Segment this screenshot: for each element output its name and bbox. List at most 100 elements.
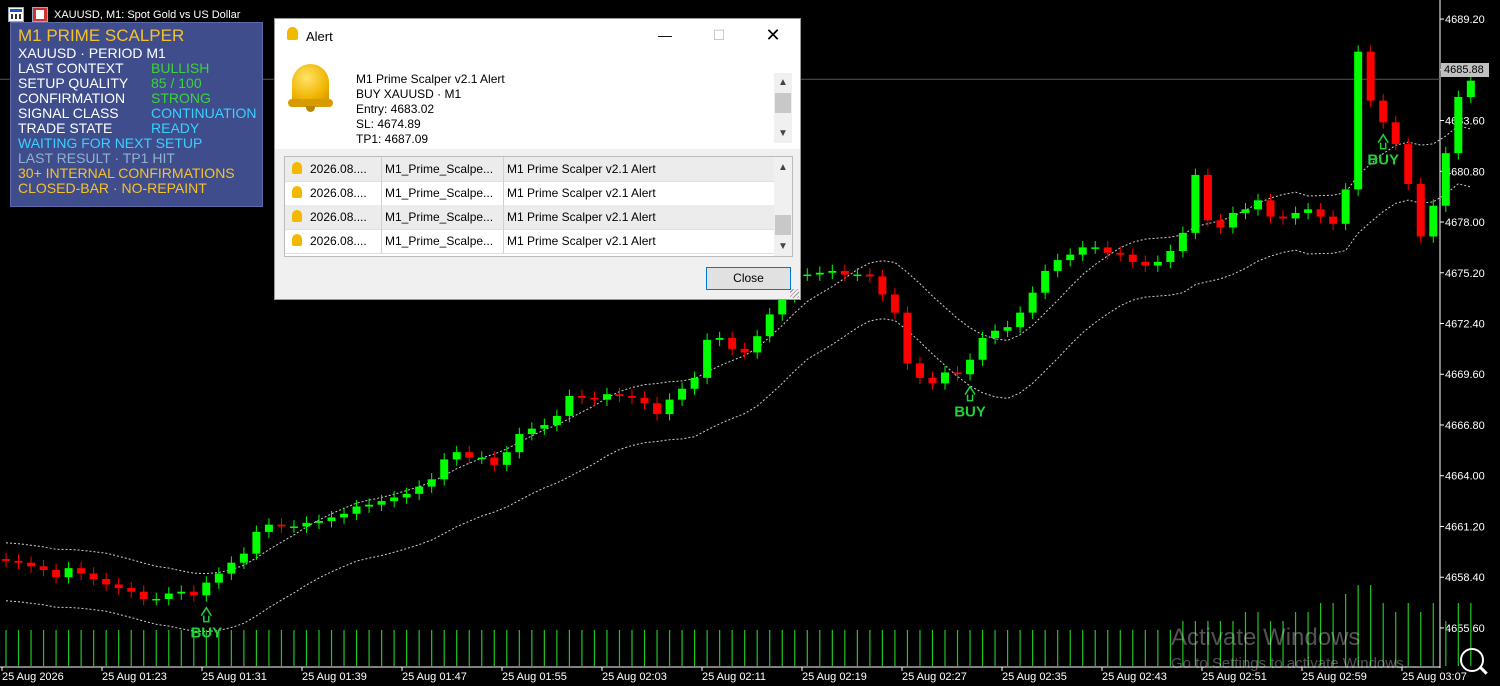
candle-body: [890, 294, 899, 313]
list-source: M1_Prime_Scalpe...: [385, 210, 494, 224]
candle-body: [828, 270, 837, 273]
candle-body: [152, 598, 161, 601]
candle-body: [440, 459, 449, 480]
list-scroll-down-arrow-icon[interactable]: ▼: [777, 241, 789, 253]
candle-body: [139, 591, 148, 599]
list-message: M1 Prime Scalper v2.1 Alert: [507, 162, 656, 176]
candle-body: [941, 372, 949, 384]
candle-body: [1041, 270, 1050, 293]
terminal-logo-icon[interactable]: [32, 7, 48, 22]
bell-icon: [292, 162, 302, 174]
last-context-value: BULLISH: [151, 60, 210, 76]
candle-body: [577, 395, 586, 398]
price-tick-label: 4666.80: [1445, 420, 1485, 432]
time-tick-label: 25 Aug 02:03: [602, 671, 667, 683]
time-tick-label: 25 Aug 2026: [2, 671, 64, 683]
scroll-up-arrow-icon[interactable]: ▲: [777, 77, 789, 89]
alert-title-bar[interactable]: Alert — ☐ ✕: [275, 19, 800, 51]
candle-body: [1279, 216, 1288, 219]
window-close-button[interactable]: ✕: [751, 23, 795, 47]
price-tick-label: 4661.20: [1445, 521, 1485, 533]
candle-body: [1454, 96, 1463, 154]
list-scroll-up-arrow-icon[interactable]: ▲: [777, 162, 789, 174]
candle-body: [1016, 312, 1025, 328]
list-source: M1_Prime_Scalpe...: [385, 234, 494, 248]
time-tick-label: 25 Aug 01:55: [502, 671, 567, 683]
close-button[interactable]: Close: [706, 267, 791, 290]
candle-body: [565, 395, 574, 416]
buy-signal-label: BUY: [1367, 152, 1399, 169]
candle-body: [1304, 209, 1313, 213]
confirmation-label: CONFIRMATION: [18, 90, 126, 106]
alert-dialog: Alert — ☐ ✕ M1 Prime Scalper v2.1 Alert …: [274, 18, 801, 300]
time-tick-label: 25 Aug 01:39: [302, 671, 367, 683]
candle-body: [803, 274, 812, 277]
maximize-button[interactable]: ☐: [697, 23, 741, 47]
list-item[interactable]: 2026.08.... M1_Prime_Scalpe... M1 Prime …: [285, 205, 774, 230]
bell-icon: [292, 186, 302, 198]
candle-body: [427, 479, 436, 487]
candle-body: [1341, 189, 1350, 224]
status-confirmations: 30+ INTERNAL CONFIRMATIONS: [18, 165, 235, 181]
candle-body: [740, 348, 749, 353]
scroll-thumb[interactable]: [775, 93, 791, 113]
minimize-button[interactable]: —: [643, 23, 687, 47]
chart-symbol-title: XAUUSD, M1: Spot Gold vs US Dollar: [54, 9, 241, 21]
candle-body: [327, 517, 336, 522]
scalper-info-panel: M1 PRIME SCALPER XAUUSD · PERIOD M1 LAST…: [10, 22, 263, 207]
candle-body: [715, 338, 724, 340]
candle-body: [765, 314, 774, 337]
alert-message-tp1: TP1: 4687.09: [356, 132, 429, 146]
candle-body: [1078, 247, 1087, 255]
list-item[interactable]: 2026.08.... M1_Prime_Scalpe... M1 Prime …: [285, 181, 774, 206]
candle-body: [678, 388, 687, 400]
candle-body: [1254, 200, 1262, 210]
candle-body: [1178, 232, 1187, 252]
candle-body: [1141, 261, 1150, 266]
candle-body: [1241, 209, 1250, 213]
resize-grip-icon[interactable]: [790, 289, 799, 298]
zoom-icon[interactable]: [1460, 648, 1484, 672]
candle-body: [1166, 251, 1175, 262]
candle-body: [1216, 220, 1225, 228]
candle-body: [878, 276, 887, 295]
candle-body: [415, 486, 424, 494]
confirmation-value: STRONG: [151, 90, 211, 106]
list-time: 2026.08....: [310, 186, 367, 200]
chart-window-icon[interactable]: [8, 7, 24, 22]
candle-body: [102, 579, 111, 585]
candle-body: [89, 573, 98, 580]
status-last-result: LAST RESULT · TP1 HIT: [18, 150, 175, 166]
scroll-down-arrow-icon[interactable]: ▼: [777, 128, 789, 140]
activate-windows-subtitle: Go to Settings to activate Windows.: [1171, 655, 1408, 672]
time-tick-label: 25 Aug 02:51: [1202, 671, 1267, 683]
candle-body: [1091, 247, 1100, 249]
time-tick-label: 25 Aug 02:19: [802, 671, 867, 683]
candle-body: [77, 568, 86, 574]
time-tick-label: 25 Aug 03:07: [1402, 671, 1467, 683]
candle-body: [1316, 209, 1325, 217]
candle-body: [1128, 254, 1137, 262]
candle-body: [1103, 247, 1112, 253]
price-tick-label: 4689.20: [1445, 14, 1485, 26]
candle-body: [953, 372, 962, 375]
candle-body: [377, 501, 386, 505]
candle-body: [465, 452, 474, 458]
alert-message-area: M1 Prime Scalper v2.1 Alert BUY XAUUSD ·…: [275, 51, 800, 149]
candle-body: [252, 531, 261, 554]
last-context-label: LAST CONTEXT: [18, 60, 124, 76]
list-scrollbar[interactable]: ▲ ▼: [774, 157, 792, 256]
panel-symbol-line: XAUUSD · PERIOD M1: [18, 45, 166, 61]
candle-body: [352, 506, 361, 514]
trade-state-label: TRADE STATE: [18, 120, 113, 136]
candle-body: [1429, 205, 1438, 237]
list-scroll-thumb[interactable]: [775, 215, 791, 235]
price-tick-label: 4678.00: [1445, 217, 1485, 229]
message-scrollbar[interactable]: ▲ ▼: [774, 73, 792, 143]
list-item[interactable]: 2026.08.... M1_Prime_Scalpe... M1 Prime …: [285, 157, 774, 182]
candle-body: [39, 566, 48, 570]
setup-quality-label: SETUP QUALITY: [18, 75, 129, 91]
candle-body: [1153, 261, 1162, 266]
list-item[interactable]: 2026.08.... M1_Prime_Scalpe... M1 Prime …: [285, 229, 774, 254]
bell-icon: [292, 234, 302, 246]
